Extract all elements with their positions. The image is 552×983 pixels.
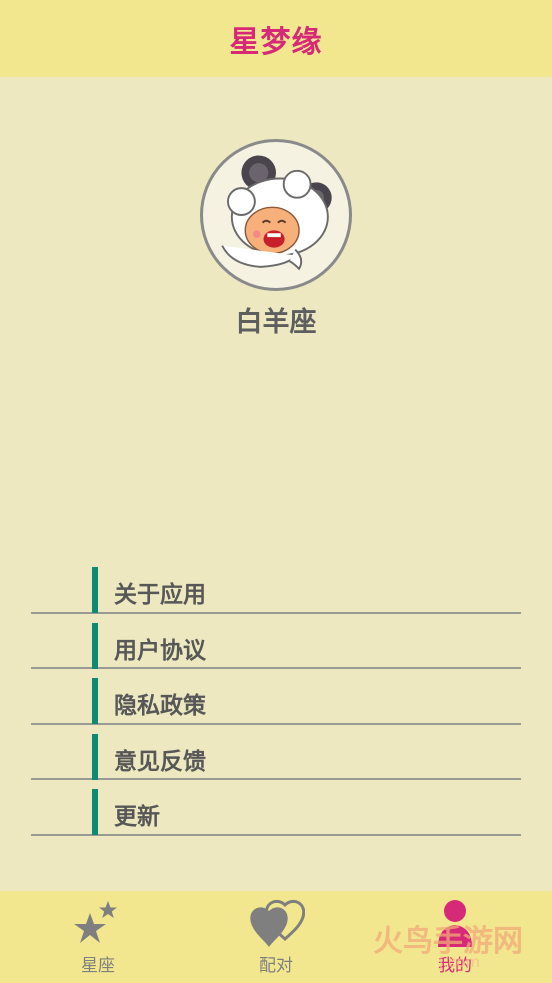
- app-root: 星梦缘 白羊座 关于应用 用户协议 隐私政策 意见反馈 更新 星座 配对 我的 …: [0, 0, 552, 983]
- page-title: 星梦缘: [229, 24, 323, 60]
- bottom-navigation: 星座 配对 我的: [0, 891, 552, 983]
- person-icon: [430, 899, 480, 953]
- zodiac-name: 白羊座: [235, 307, 317, 338]
- accent-bar: [92, 789, 98, 835]
- tab-match[interactable]: 配对: [216, 891, 336, 983]
- tab-mine[interactable]: 我的: [395, 891, 515, 983]
- top-bar: 星梦缘: [0, 0, 552, 77]
- tab-label: 星座: [81, 956, 115, 976]
- avatar[interactable]: [200, 139, 352, 291]
- menu-item-label: 隐私政策: [114, 693, 206, 719]
- accent-bar: [92, 567, 98, 613]
- settings-menu: 关于应用 用户协议 隐私政策 意见反馈 更新: [31, 558, 521, 836]
- tab-label: 配对: [259, 956, 293, 976]
- accent-bar: [92, 733, 98, 780]
- hearts-icon: [247, 899, 306, 953]
- menu-item-privacy-policy[interactable]: 隐私政策: [31, 669, 521, 725]
- stars-icon: [73, 899, 123, 953]
- menu-item-about[interactable]: 关于应用: [31, 558, 521, 614]
- menu-item-label: 更新: [114, 804, 160, 830]
- accent-bar: [92, 622, 98, 669]
- aries-ram-mascot-icon: [221, 155, 332, 271]
- tab-label: 我的: [438, 956, 472, 976]
- menu-item-label: 关于应用: [114, 582, 206, 608]
- accent-bar: [92, 678, 98, 724]
- menu-item-label: 用户协议: [114, 637, 206, 664]
- menu-item-user-agreement[interactable]: 用户协议: [31, 614, 521, 669]
- menu-item-feedback[interactable]: 意见反馈: [31, 725, 521, 780]
- menu-item-label: 意见反馈: [114, 748, 206, 775]
- menu-item-update[interactable]: 更新: [31, 780, 521, 836]
- tab-zodiac[interactable]: 星座: [38, 891, 158, 983]
